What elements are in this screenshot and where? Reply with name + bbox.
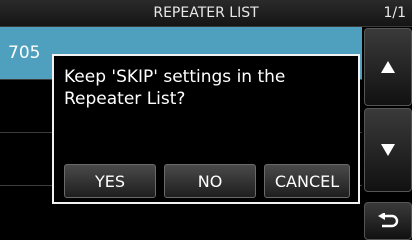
scroll-up-button[interactable] (364, 28, 412, 106)
triangle-up-icon (381, 61, 395, 73)
back-button[interactable] (364, 202, 412, 240)
yes-button[interactable]: YES (64, 164, 156, 198)
page-indicator: 1/1 (383, 5, 406, 21)
side-button-column (364, 27, 412, 240)
title-bar: REPEATER LIST 1/1 (0, 0, 412, 27)
screen-title: REPEATER LIST (153, 5, 259, 21)
dialog-message: Keep 'SKIP' settings in the Repeater Lis… (64, 67, 286, 109)
scroll-down-button[interactable] (364, 108, 412, 192)
radio-screen: REPEATER LIST 1/1 705 Keep 'SKIP' settin… (0, 0, 412, 240)
cancel-button[interactable]: CANCEL (264, 164, 350, 198)
return-arrow-icon (378, 213, 399, 228)
triangle-down-icon (381, 144, 395, 156)
list-item-label: 705 (8, 43, 41, 63)
no-button[interactable]: NO (164, 164, 256, 198)
confirm-dialog: Keep 'SKIP' settings in the Repeater Lis… (52, 54, 360, 204)
